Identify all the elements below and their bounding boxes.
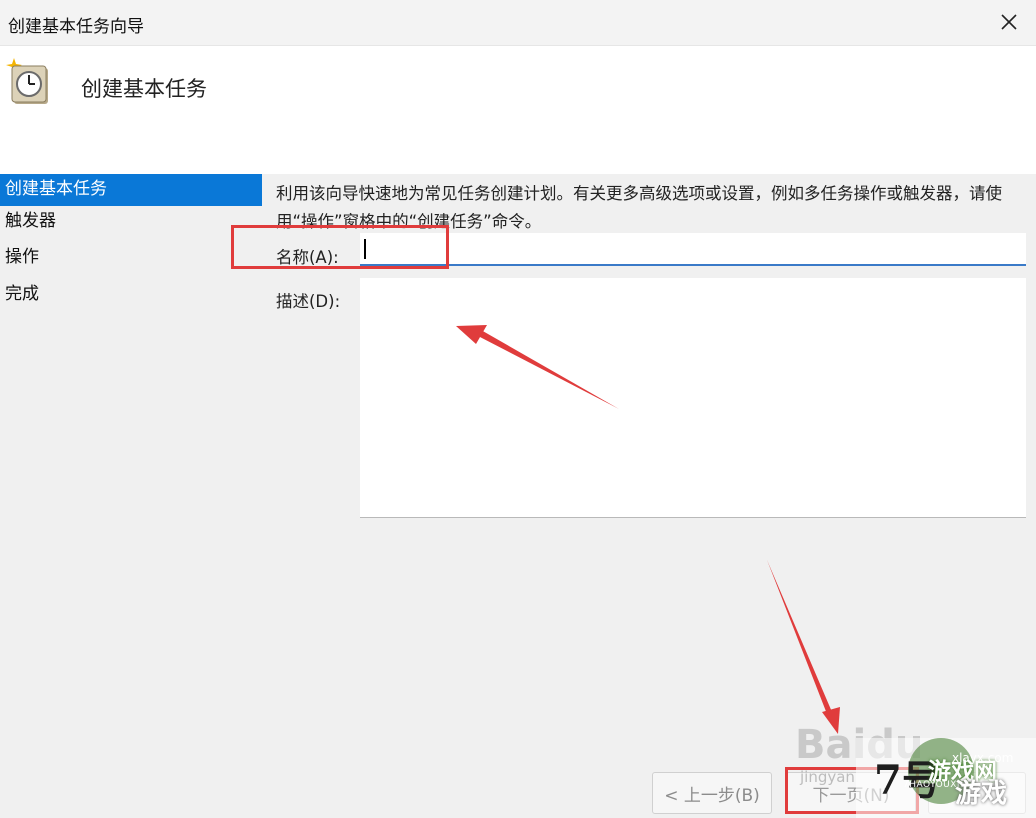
wizard-header: 创建基本任务 xyxy=(0,46,1036,174)
description-label: 描述(D): xyxy=(276,292,341,311)
sidebar-item-trigger[interactable]: 触发器 xyxy=(0,206,262,238)
watermark-site-name-2: 游戏 xyxy=(955,779,1008,809)
window-title: 创建基本任务向导 xyxy=(8,17,144,37)
sidebar-item-create-basic-task[interactable]: 创建基本任务 xyxy=(0,174,262,206)
wizard-steps-sidebar: 创建基本任务 触发器 操作 完成 xyxy=(0,174,262,818)
back-button[interactable]: < 上一步(B) xyxy=(652,772,772,814)
annotation-box-name xyxy=(231,225,449,269)
sidebar-item-label: 创建基本任务 xyxy=(5,179,107,199)
close-button[interactable] xyxy=(992,6,1026,38)
sidebar-item-label: 触发器 xyxy=(5,211,56,231)
description-textarea[interactable] xyxy=(360,278,1026,518)
sidebar-item-label: 操作 xyxy=(5,247,39,267)
sidebar-item-finish[interactable]: 完成 xyxy=(0,279,262,311)
title-bar: 创建基本任务向导 xyxy=(0,0,1036,46)
header-title: 创建基本任务 xyxy=(81,77,207,101)
watermark-jingyan: jingyan xyxy=(800,768,855,786)
sidebar-item-action[interactable]: 操作 xyxy=(0,242,262,274)
task-clock-icon xyxy=(6,58,48,104)
watermark-site-url: xlayx.com xyxy=(952,751,1014,765)
name-input[interactable] xyxy=(360,233,1026,266)
task-wizard-window: 创建基本任务向导 创建基本任务 创建基本任务 触发器 操作 完成 利用该向导快速… xyxy=(0,0,1036,818)
close-icon xyxy=(1001,14,1017,30)
sidebar-item-label: 完成 xyxy=(5,284,39,304)
